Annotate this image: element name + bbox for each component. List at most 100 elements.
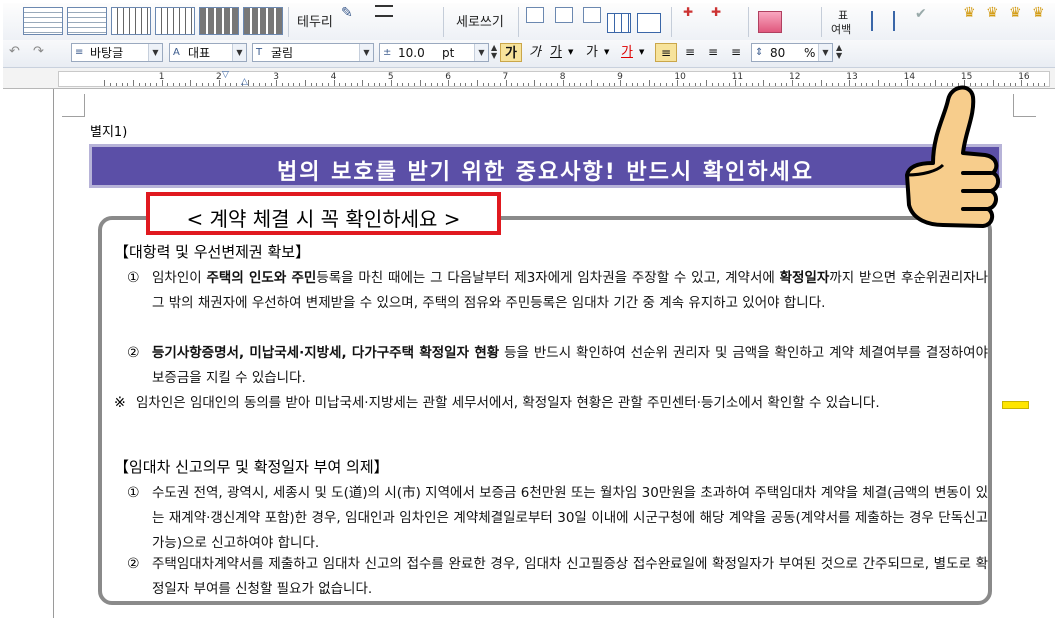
style-select[interactable]: ≡ 바탕글 ▼ bbox=[71, 43, 163, 62]
ruler-tick bbox=[425, 83, 427, 86]
table-style-icon-4[interactable] bbox=[155, 7, 195, 35]
ruler-tick bbox=[774, 83, 776, 86]
ruler-tick bbox=[757, 83, 759, 86]
ruler-tick bbox=[797, 83, 799, 86]
font-color-button[interactable]: 가 bbox=[617, 43, 637, 62]
cell-fill-icon[interactable] bbox=[758, 11, 782, 33]
s2-item1-number: ① bbox=[127, 485, 140, 501]
crown-icon-2[interactable]: ♛ bbox=[986, 5, 999, 21]
ruler-tick bbox=[625, 83, 627, 86]
chevron-down-icon[interactable]: ▼ bbox=[639, 48, 644, 56]
ruler-number: 16 bbox=[1018, 72, 1030, 82]
ruler-tick bbox=[557, 83, 559, 86]
ruler-tick bbox=[1004, 83, 1005, 86]
border-label[interactable]: 테두리 bbox=[297, 11, 333, 30]
indent-marker-bottom-icon[interactable]: △ bbox=[241, 77, 248, 87]
ruler-tick bbox=[671, 83, 673, 86]
ruler-tick bbox=[539, 83, 541, 86]
ruler-tick bbox=[144, 83, 146, 86]
ruler-tick bbox=[551, 83, 553, 86]
crown-icon-1[interactable]: ♛ bbox=[963, 5, 976, 21]
ruler-tick bbox=[728, 83, 730, 86]
crown-icon-3[interactable]: ♛ bbox=[1009, 5, 1022, 21]
ruler-tick bbox=[723, 83, 725, 86]
font-size-input[interactable]: ± 10.0 pt ▼ bbox=[379, 43, 489, 62]
ruler-tick bbox=[133, 80, 135, 86]
ruler-tick bbox=[115, 83, 117, 86]
ruler-number: 1 bbox=[158, 72, 165, 82]
ruler-tick bbox=[654, 83, 656, 86]
language-select[interactable]: A 대표 ▼ bbox=[169, 43, 247, 62]
s1-item1-number: ① bbox=[127, 270, 140, 286]
checkmark-icon[interactable]: ✔ bbox=[915, 6, 927, 22]
crop-mark bbox=[62, 94, 85, 117]
ruler-tick bbox=[751, 83, 753, 86]
crop-mark bbox=[1013, 94, 1036, 117]
s1-item2-bold: 등기사항증명서, 미납국세·지방세, 다가구주택 확정일자 현황 bbox=[152, 345, 500, 361]
ruler-tick bbox=[356, 83, 358, 86]
table-style-icon-6[interactable] bbox=[243, 7, 283, 35]
ruler-tick bbox=[837, 83, 839, 86]
redo-icon[interactable]: ↷ bbox=[33, 44, 44, 59]
strike-button[interactable]: 가 bbox=[582, 43, 602, 62]
cell-height-icon[interactable] bbox=[871, 11, 895, 31]
vertical-writing-label[interactable]: 세로쓰기 bbox=[456, 11, 504, 30]
cell-align-icon-1[interactable] bbox=[526, 7, 544, 23]
table-style-icon-5[interactable] bbox=[199, 7, 239, 35]
ruler-tick bbox=[872, 83, 874, 86]
ruler-tick bbox=[883, 83, 885, 86]
ruler-tick bbox=[282, 83, 284, 86]
align-justify-button[interactable]: ≡ bbox=[655, 43, 677, 62]
margin-label[interactable]: 여백 bbox=[831, 21, 851, 37]
ruler-tick bbox=[1026, 83, 1028, 86]
line-style-icon[interactable] bbox=[375, 5, 393, 17]
ruler-tick bbox=[465, 83, 467, 86]
font-icon: T bbox=[256, 47, 263, 58]
ruler-tick bbox=[860, 83, 862, 86]
ruler-tick bbox=[1038, 83, 1040, 86]
chevron-down-icon[interactable]: ▼ bbox=[568, 48, 573, 56]
crown-icon-4[interactable]: ♛ bbox=[1032, 5, 1045, 21]
insert-row-icon[interactable]: ✚ bbox=[683, 5, 693, 19]
font-size-icon: ± bbox=[383, 47, 392, 58]
ruler-tick bbox=[631, 83, 633, 86]
ruler-tick bbox=[178, 83, 180, 86]
size-stepper-icon[interactable]: ▲ ▼ bbox=[491, 44, 497, 60]
ruler-tick bbox=[110, 83, 112, 86]
indent-marker-icon[interactable]: ▽ bbox=[222, 70, 229, 80]
ruler-tick bbox=[396, 83, 398, 86]
table-style-icon-1[interactable] bbox=[23, 7, 63, 35]
undo-icon[interactable]: ↶ bbox=[9, 44, 20, 59]
table-style-icon-2[interactable] bbox=[67, 7, 107, 35]
ruler-tick bbox=[597, 83, 599, 86]
spacing-stepper-icon[interactable]: ▲ ▼ bbox=[836, 44, 842, 60]
ruler-tick bbox=[459, 83, 461, 86]
italic-button[interactable]: 가 bbox=[525, 43, 545, 62]
insert-col-icon[interactable]: ✚ bbox=[711, 5, 721, 19]
font-select[interactable]: T 굴림 ▼ bbox=[252, 43, 374, 62]
ruler-number: 12 bbox=[789, 72, 801, 82]
underline-button[interactable]: 가 bbox=[546, 43, 566, 62]
align-left-button[interactable]: ≡ bbox=[680, 43, 700, 62]
split-cell-icon[interactable] bbox=[637, 13, 661, 33]
ruler-tick bbox=[362, 80, 364, 86]
chevron-down-icon[interactable]: ▼ bbox=[604, 48, 609, 56]
line-spacing-input[interactable]: ⇕ 80 % ▼ bbox=[751, 43, 833, 62]
bold-button[interactable]: 가 bbox=[500, 43, 522, 62]
ruler-tick bbox=[127, 83, 129, 86]
cell-align-icon-3[interactable] bbox=[583, 7, 601, 23]
ruler-tick bbox=[579, 83, 581, 86]
ruler-tick bbox=[316, 83, 318, 86]
cell-align-icon-2[interactable] bbox=[555, 7, 573, 23]
insert-table-icon[interactable] bbox=[607, 13, 631, 33]
table-style-icon-3[interactable] bbox=[111, 7, 151, 35]
ruler-tick bbox=[104, 80, 106, 86]
align-center-button[interactable]: ≡ bbox=[703, 43, 723, 62]
ruler-tick bbox=[299, 83, 301, 86]
align-right-button[interactable]: ≡ bbox=[726, 43, 746, 62]
pen-icon[interactable]: ✎ bbox=[341, 5, 353, 21]
ruler-tick bbox=[866, 83, 868, 86]
section2-title: 【임대차 신고의무 및 확정일자 부여 의제】 bbox=[114, 458, 389, 476]
ruler-tick bbox=[150, 83, 152, 86]
s2-item2-number: ② bbox=[127, 556, 140, 572]
